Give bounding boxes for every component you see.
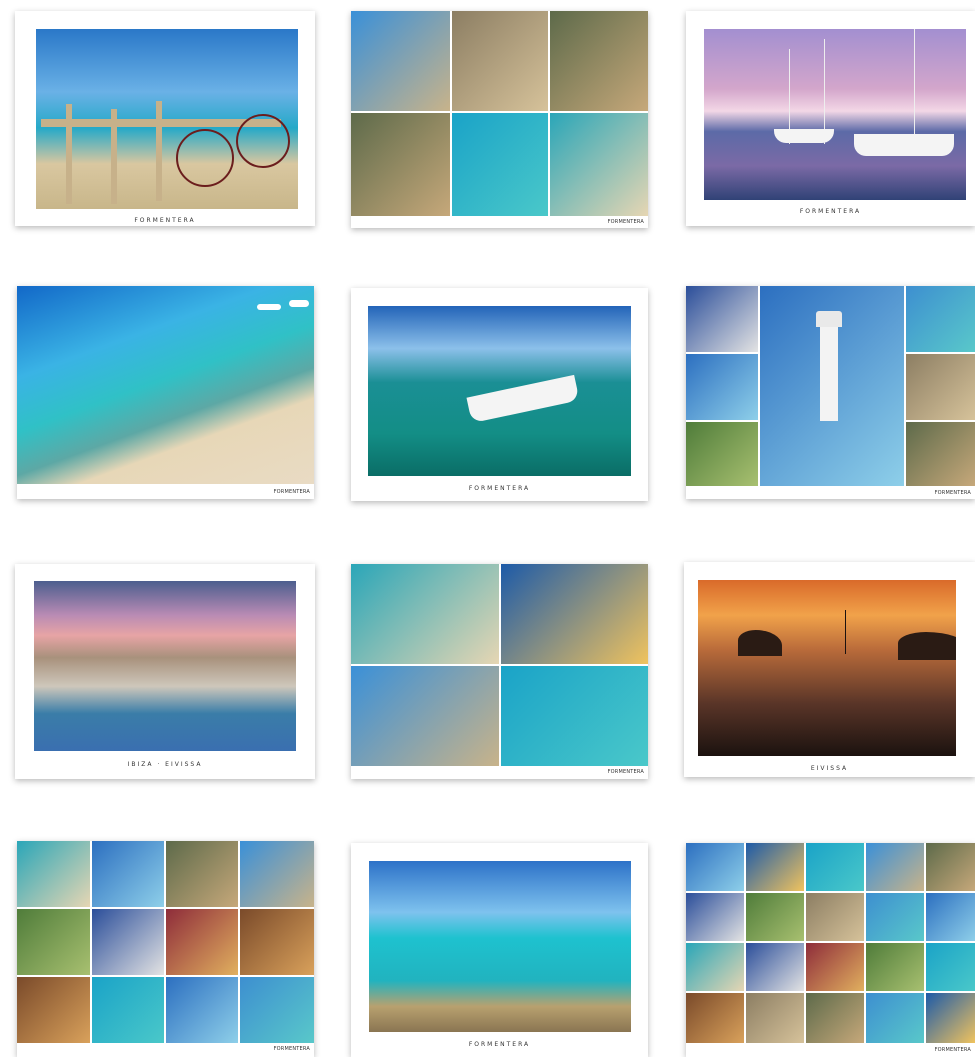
postcard-collage-20[interactable]: FORMENTERA [686,843,975,1057]
photo-sandbar [550,113,648,216]
postcard-caption: FORMENTERA [607,219,644,225]
photo-sailboats [686,286,758,352]
postcard-caption: IBIZA · EIVISSA [127,761,203,768]
photo-ibiza-old-town [34,581,296,751]
postcard-caption: FORMENTERA [134,217,196,224]
postcard-bike-beach[interactable]: FORMENTERA [15,11,315,226]
postcard-lighthouse-collage[interactable]: FORMENTERA [686,286,975,499]
photo-market [501,564,648,664]
boat-icon [466,374,580,424]
photo-windmill [906,354,975,420]
postcard-caption: FORMENTERA [934,490,971,496]
islet-silhouette [738,630,782,656]
photo-cove [906,286,975,352]
lighthouse-icon [820,326,838,421]
photo-lizard [906,422,975,486]
postcard-caption: FORMENTERA [934,1047,971,1053]
photo-fishing-boat [368,306,631,476]
photo-turquoise-lagoon [369,861,631,1032]
photo-rocky-beach [351,564,499,664]
postcard-collage-12[interactable]: FORMENTERA [17,841,314,1057]
postcard-fishing-boat[interactable]: FORMENTERA [351,288,648,501]
photo-boat-shed [550,11,648,111]
photo-harbor [704,29,966,200]
postcard-caption: FORMENTERA [468,485,531,492]
postcard-caption: FORMENTERA [273,489,310,495]
postcard-caption: EIVISSA [810,765,849,772]
photo-lighthouse [760,286,904,486]
postcard-collage-6[interactable]: FORMENTERA [351,11,648,228]
postcard-ibiza-town[interactable]: IBIZA · EIVISSA [15,564,315,779]
postcard-caption: FORMENTERA [273,1046,310,1052]
photo-windmill [452,11,548,111]
photo-beachgoers [351,666,499,766]
postcard-collage-4[interactable]: FORMENTERA [351,564,648,779]
postcard-beach-fullbleed[interactable]: FORMENTERA [17,286,314,499]
postcard-sunset[interactable]: EIVISSA [684,562,975,777]
postcard-caption: FORMENTERA [799,208,862,215]
postcard-lagoon[interactable]: FORMENTERA [351,843,648,1057]
photo-bikes [351,11,450,111]
postcard-harbor[interactable]: FORMENTERA [686,11,975,226]
photo-lizard [351,113,450,216]
photo-sunset-islet [698,580,956,756]
photo-clear-water [452,113,548,216]
postcard-caption: FORMENTERA [607,769,644,775]
bicycle-wheel-icon [176,129,234,187]
photo-cactus [686,422,758,486]
photo-sky-beach [686,354,758,420]
postcard-caption: FORMENTERA [468,1041,531,1048]
sailboat-icon [854,134,954,156]
bicycle-wheel-icon [236,114,290,168]
photo-shore [501,666,648,766]
photo-bike-beach [36,29,298,209]
photo-turquoise-beach [17,286,314,484]
